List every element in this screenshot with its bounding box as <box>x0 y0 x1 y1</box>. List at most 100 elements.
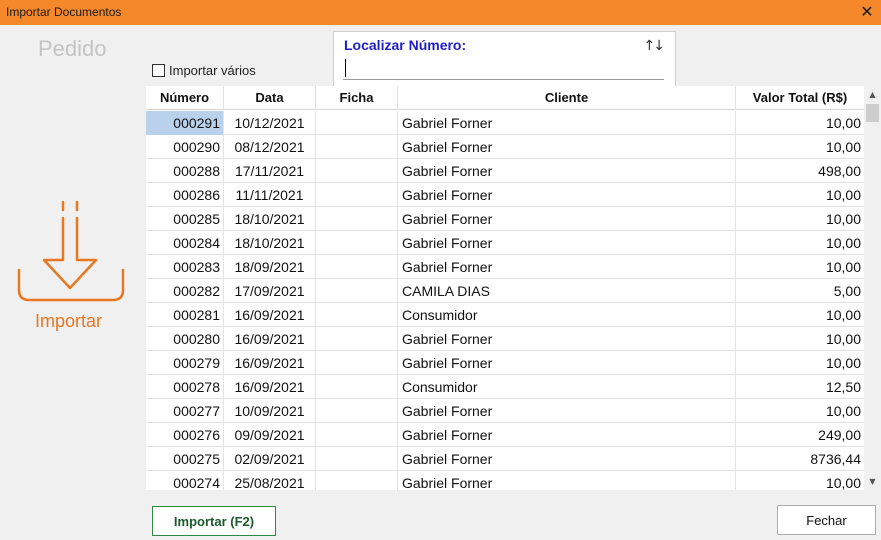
cell-data: 09/09/2021 <box>224 423 316 447</box>
table-row[interactable]: 000286 11/11/2021 Gabriel Forner 10,00 <box>146 183 864 207</box>
table-row[interactable]: 000288 17/11/2021 Gabriel Forner 498,00 <box>146 159 864 183</box>
table-row[interactable]: 000284 18/10/2021 Gabriel Forner 10,00 <box>146 231 864 255</box>
cell-numero: 000276 <box>146 423 224 447</box>
cell-valor-total: 12,50 <box>825 379 861 395</box>
column-header-data[interactable]: Data <box>224 86 316 110</box>
cell-cliente: Consumidor <box>398 303 736 327</box>
cell-numero: 000288 <box>146 159 224 183</box>
cell-valor-total: 10,00 <box>825 139 861 155</box>
import-action-label[interactable]: Importar <box>35 311 102 332</box>
cell-data: 17/09/2021 <box>224 279 316 303</box>
cell-cliente: Gabriel Forner <box>398 255 736 279</box>
import-button[interactable]: Importar (F2) <box>152 506 276 536</box>
table-row[interactable]: 000282 17/09/2021 CAMILA DIAS 5,00 <box>146 279 864 303</box>
column-header-cliente[interactable]: Cliente <box>398 86 736 110</box>
cell-valor-total: 498,00 <box>818 163 861 179</box>
cell-data: 25/08/2021 <box>224 471 316 490</box>
cell-numero: 000286 <box>146 183 224 207</box>
close-button[interactable]: Fechar <box>777 505 876 535</box>
table-row[interactable]: 000283 18/09/2021 Gabriel Forner 10,00 <box>146 255 864 279</box>
column-header-numero[interactable]: Número <box>146 86 224 110</box>
cell-ficha <box>316 279 398 303</box>
grid-header: Número Data Ficha Cliente Valor Total (R… <box>146 86 864 110</box>
checkbox-box[interactable] <box>152 63 165 77</box>
vertical-scrollbar[interactable]: ▲ ▼ <box>864 86 881 490</box>
cell-cliente: Gabriel Forner <box>398 135 736 159</box>
table-row[interactable]: 000291 10/12/2021 Gabriel Forner 10,00 <box>146 111 864 135</box>
cell-cliente: Gabriel Forner <box>398 231 736 255</box>
cell-ficha <box>316 471 398 490</box>
window-title: Importar Documentos <box>6 5 122 19</box>
table-row[interactable]: 000278 16/09/2021 Consumidor 12,50 <box>146 375 864 399</box>
import-multiple-checkbox[interactable]: Importar vários <box>152 62 256 78</box>
table-row[interactable]: 000290 08/12/2021 Gabriel Forner 10,00 <box>146 135 864 159</box>
sort-toggle-icon[interactable]: ↑↓ <box>644 38 666 54</box>
table-row[interactable]: 000276 09/09/2021 Gabriel Forner 249,00 <box>146 423 864 447</box>
cell-data: 18/10/2021 <box>224 231 316 255</box>
download-tray-icon[interactable] <box>15 198 127 306</box>
cell-numero: 000291 <box>146 111 224 135</box>
cell-ficha <box>316 183 398 207</box>
column-header-ficha[interactable]: Ficha <box>316 86 398 110</box>
table-row[interactable]: 000285 18/10/2021 Gabriel Forner 10,00 <box>146 207 864 231</box>
cell-ficha <box>316 399 398 423</box>
scroll-down-icon[interactable]: ▼ <box>864 473 881 490</box>
cell-numero: 000282 <box>146 279 224 303</box>
cell-cliente: Gabriel Forner <box>398 183 736 207</box>
cell-valor-total: 10,00 <box>825 331 861 347</box>
scroll-thumb[interactable] <box>866 104 879 122</box>
import-multiple-label: Importar vários <box>169 62 256 78</box>
cell-numero: 000285 <box>146 207 224 231</box>
cell-numero: 000274 <box>146 471 224 490</box>
cell-cliente: Gabriel Forner <box>398 399 736 423</box>
column-header-valor-total[interactable]: Valor Total (R$) <box>736 86 864 110</box>
table-row[interactable]: 000275 02/09/2021 Gabriel Forner 8736,44 <box>146 447 864 471</box>
cell-ficha <box>316 207 398 231</box>
cell-ficha <box>316 159 398 183</box>
cell-numero: 000284 <box>146 231 224 255</box>
cell-data: 08/12/2021 <box>224 135 316 159</box>
search-panel: Localizar Número: ↑↓ <box>333 31 676 89</box>
table-row[interactable]: 000280 16/09/2021 Gabriel Forner 10,00 <box>146 327 864 351</box>
cell-data: 10/09/2021 <box>224 399 316 423</box>
cell-data: 16/09/2021 <box>224 375 316 399</box>
cell-data: 16/09/2021 <box>224 327 316 351</box>
cell-numero: 000290 <box>146 135 224 159</box>
documents-grid: Número Data Ficha Cliente Valor Total (R… <box>146 86 881 490</box>
cell-numero: 000280 <box>146 327 224 351</box>
cell-valor-total: 10,00 <box>825 235 861 251</box>
table-row[interactable]: 000274 25/08/2021 Gabriel Forner 10,00 <box>146 471 864 490</box>
cell-cliente: Gabriel Forner <box>398 327 736 351</box>
cell-cliente: Gabriel Forner <box>398 471 736 490</box>
cell-data: 16/09/2021 <box>224 351 316 375</box>
search-input[interactable] <box>343 54 664 80</box>
scroll-up-icon[interactable]: ▲ <box>864 86 881 103</box>
grid-rows: 000291 10/12/2021 Gabriel Forner 10,00 00029… <box>146 111 864 490</box>
cell-cliente: Gabriel Forner <box>398 423 736 447</box>
title-bar: Importar Documentos ✕ <box>0 0 881 25</box>
search-label: Localizar Número: <box>344 37 467 53</box>
cell-data: 10/12/2021 <box>224 111 316 135</box>
cell-data: 17/11/2021 <box>224 159 316 183</box>
cell-numero: 000283 <box>146 255 224 279</box>
cell-numero: 000277 <box>146 399 224 423</box>
cell-ficha <box>316 423 398 447</box>
cell-valor-total: 10,00 <box>825 259 861 275</box>
cell-cliente: Gabriel Forner <box>398 351 736 375</box>
cell-ficha <box>316 375 398 399</box>
cell-valor-total: 10,00 <box>825 115 861 131</box>
document-type-heading: Pedido <box>38 36 107 61</box>
cell-data: 02/09/2021 <box>224 447 316 471</box>
close-icon[interactable]: ✕ <box>859 3 875 21</box>
cell-cliente: Gabriel Forner <box>398 207 736 231</box>
cell-valor-total: 10,00 <box>825 355 861 371</box>
table-row[interactable]: 000281 16/09/2021 Consumidor 10,00 <box>146 303 864 327</box>
cell-data: 16/09/2021 <box>224 303 316 327</box>
cell-numero: 000275 <box>146 447 224 471</box>
table-row[interactable]: 000277 10/09/2021 Gabriel Forner 10,00 <box>146 399 864 423</box>
cell-ficha <box>316 447 398 471</box>
cell-data: 18/10/2021 <box>224 207 316 231</box>
cell-valor-total: 10,00 <box>825 211 861 227</box>
cell-valor-total: 10,00 <box>825 403 861 419</box>
table-row[interactable]: 000279 16/09/2021 Gabriel Forner 10,00 <box>146 351 864 375</box>
